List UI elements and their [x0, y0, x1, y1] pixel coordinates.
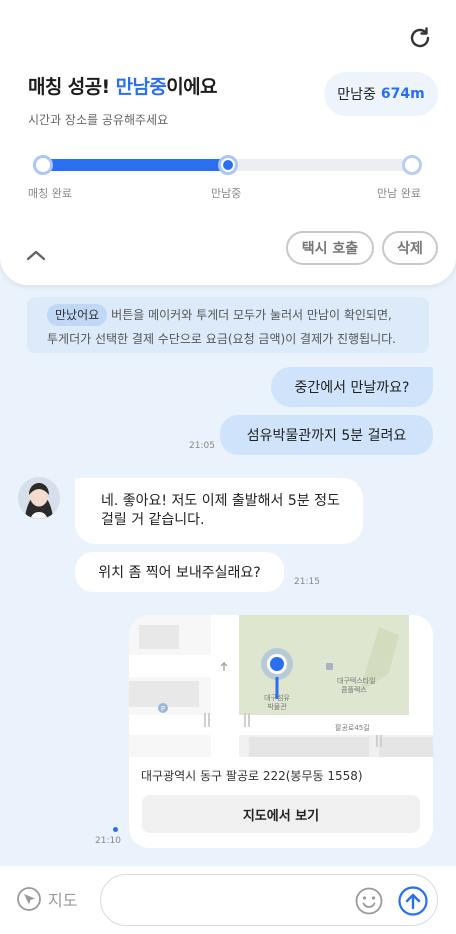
message-time: 21:05	[189, 441, 215, 451]
step-label-matched: 매칭 완료	[28, 187, 72, 200]
view-on-map-button[interactable]: 지도에서 보기	[142, 795, 420, 833]
call-taxi-button[interactable]: 택시 호출	[286, 231, 374, 265]
location-arrow-icon	[17, 887, 41, 911]
collapse-button[interactable]	[24, 244, 48, 266]
composer-bar: 지도	[0, 866, 456, 934]
map-toggle-label: 지도	[48, 891, 78, 910]
received-message: 위치 좀 찍어 보내주실래요?	[75, 552, 284, 592]
page-subtitle: 시간과 장소를 공유해주세요	[28, 113, 169, 127]
match-status-card: 매칭 성공! 만남중이에요 시간과 장소를 공유해주세요 만남중 674m 매칭 …	[0, 0, 456, 285]
arrow-up-icon	[398, 886, 428, 916]
avatar[interactable]	[18, 477, 60, 519]
step-dot-met	[402, 155, 422, 175]
received-message-text: 위치 좀 찍어 보내주실래요?	[98, 565, 261, 581]
step-dot-meeting	[218, 155, 238, 175]
map-poi-label-2: 콤플렉스	[341, 685, 367, 694]
map-preview-graphic: P 대구텍스타일 콤플렉스 대구섬유 박물관 팔공로45길	[129, 615, 433, 757]
map-road-label: 팔공로45길	[335, 723, 370, 732]
step-dot-matched	[33, 155, 53, 175]
map-preview[interactable]: P 대구텍스타일 콤플렉스 대구섬유 박물관 팔공로45길	[129, 615, 433, 757]
message-input-box	[100, 874, 438, 926]
my-message: 중간에서 만날까요?	[271, 367, 433, 407]
map-toggle-button[interactable]: 지도	[16, 886, 77, 912]
refresh-button[interactable]	[404, 22, 436, 54]
location-card: P 대구텍스타일 콤플렉스 대구섬유 박물관 팔공로45길 대구광역시 동구 팔…	[129, 615, 433, 848]
chevron-up-icon	[26, 250, 46, 261]
unread-dot	[113, 827, 118, 832]
notice-line-2: 투게더가 선택한 결제 수단으로 요금(요청 금액)이 결제가 진행됩니다.	[47, 332, 397, 346]
received-message-line-1: 네. 좋아요! 저도 이제 출발해서 5분 정도	[101, 493, 340, 509]
my-message: 섬유박물관까지 5분 걸려요	[220, 415, 433, 455]
payment-notice: 만났어요 버튼을 메이커와 투게더 모두가 눌러서 만남이 확인되면, 투게더가 …	[27, 297, 429, 353]
met-chip: 만났어요	[47, 304, 108, 326]
profile-photo-icon	[18, 477, 60, 519]
title-highlight: 만남중	[115, 76, 167, 98]
smile-icon	[355, 887, 383, 915]
received-message: 네. 좋아요! 저도 이제 출발해서 5분 정도 걸릴 거 같습니다.	[75, 478, 363, 544]
distance-badge: 만남중 674m	[324, 72, 438, 116]
notice-line-1: 버튼을 메이커와 투게더 모두가 눌러서 만남이 확인되면,	[111, 308, 392, 322]
message-time: 21:15	[294, 577, 320, 587]
message-time: 21:10	[95, 836, 121, 846]
step-label-meeting: 만남중	[211, 187, 242, 200]
title-suffix: 이에요	[166, 76, 217, 98]
title-prefix: 매칭 성공!	[28, 76, 116, 98]
map-place-label-2: 박물관	[267, 702, 287, 711]
message-input[interactable]	[119, 887, 349, 915]
send-button[interactable]	[397, 885, 429, 917]
my-message-text: 중간에서 만날까요?	[294, 380, 410, 396]
refresh-icon	[410, 27, 430, 48]
progress-fill	[42, 159, 227, 171]
delete-button[interactable]: 삭제	[382, 231, 438, 265]
distance-label: 만남중	[337, 87, 376, 103]
emoji-button[interactable]	[354, 886, 384, 916]
map-poi-label-1: 대구텍스타일	[337, 676, 376, 685]
my-message-text: 섬유박물관까지 5분 걸려요	[246, 428, 407, 444]
svg-text:P: P	[161, 705, 165, 713]
page-title: 매칭 성공! 만남중이에요	[28, 72, 218, 99]
distance-value: 674m	[380, 86, 425, 102]
location-address: 대구광역시 동구 팔공로 222(봉무동 1558)	[141, 769, 363, 783]
received-message-line-2: 걸릴 거 같습니다.	[101, 512, 205, 528]
step-label-met: 만남 완료	[377, 187, 421, 200]
